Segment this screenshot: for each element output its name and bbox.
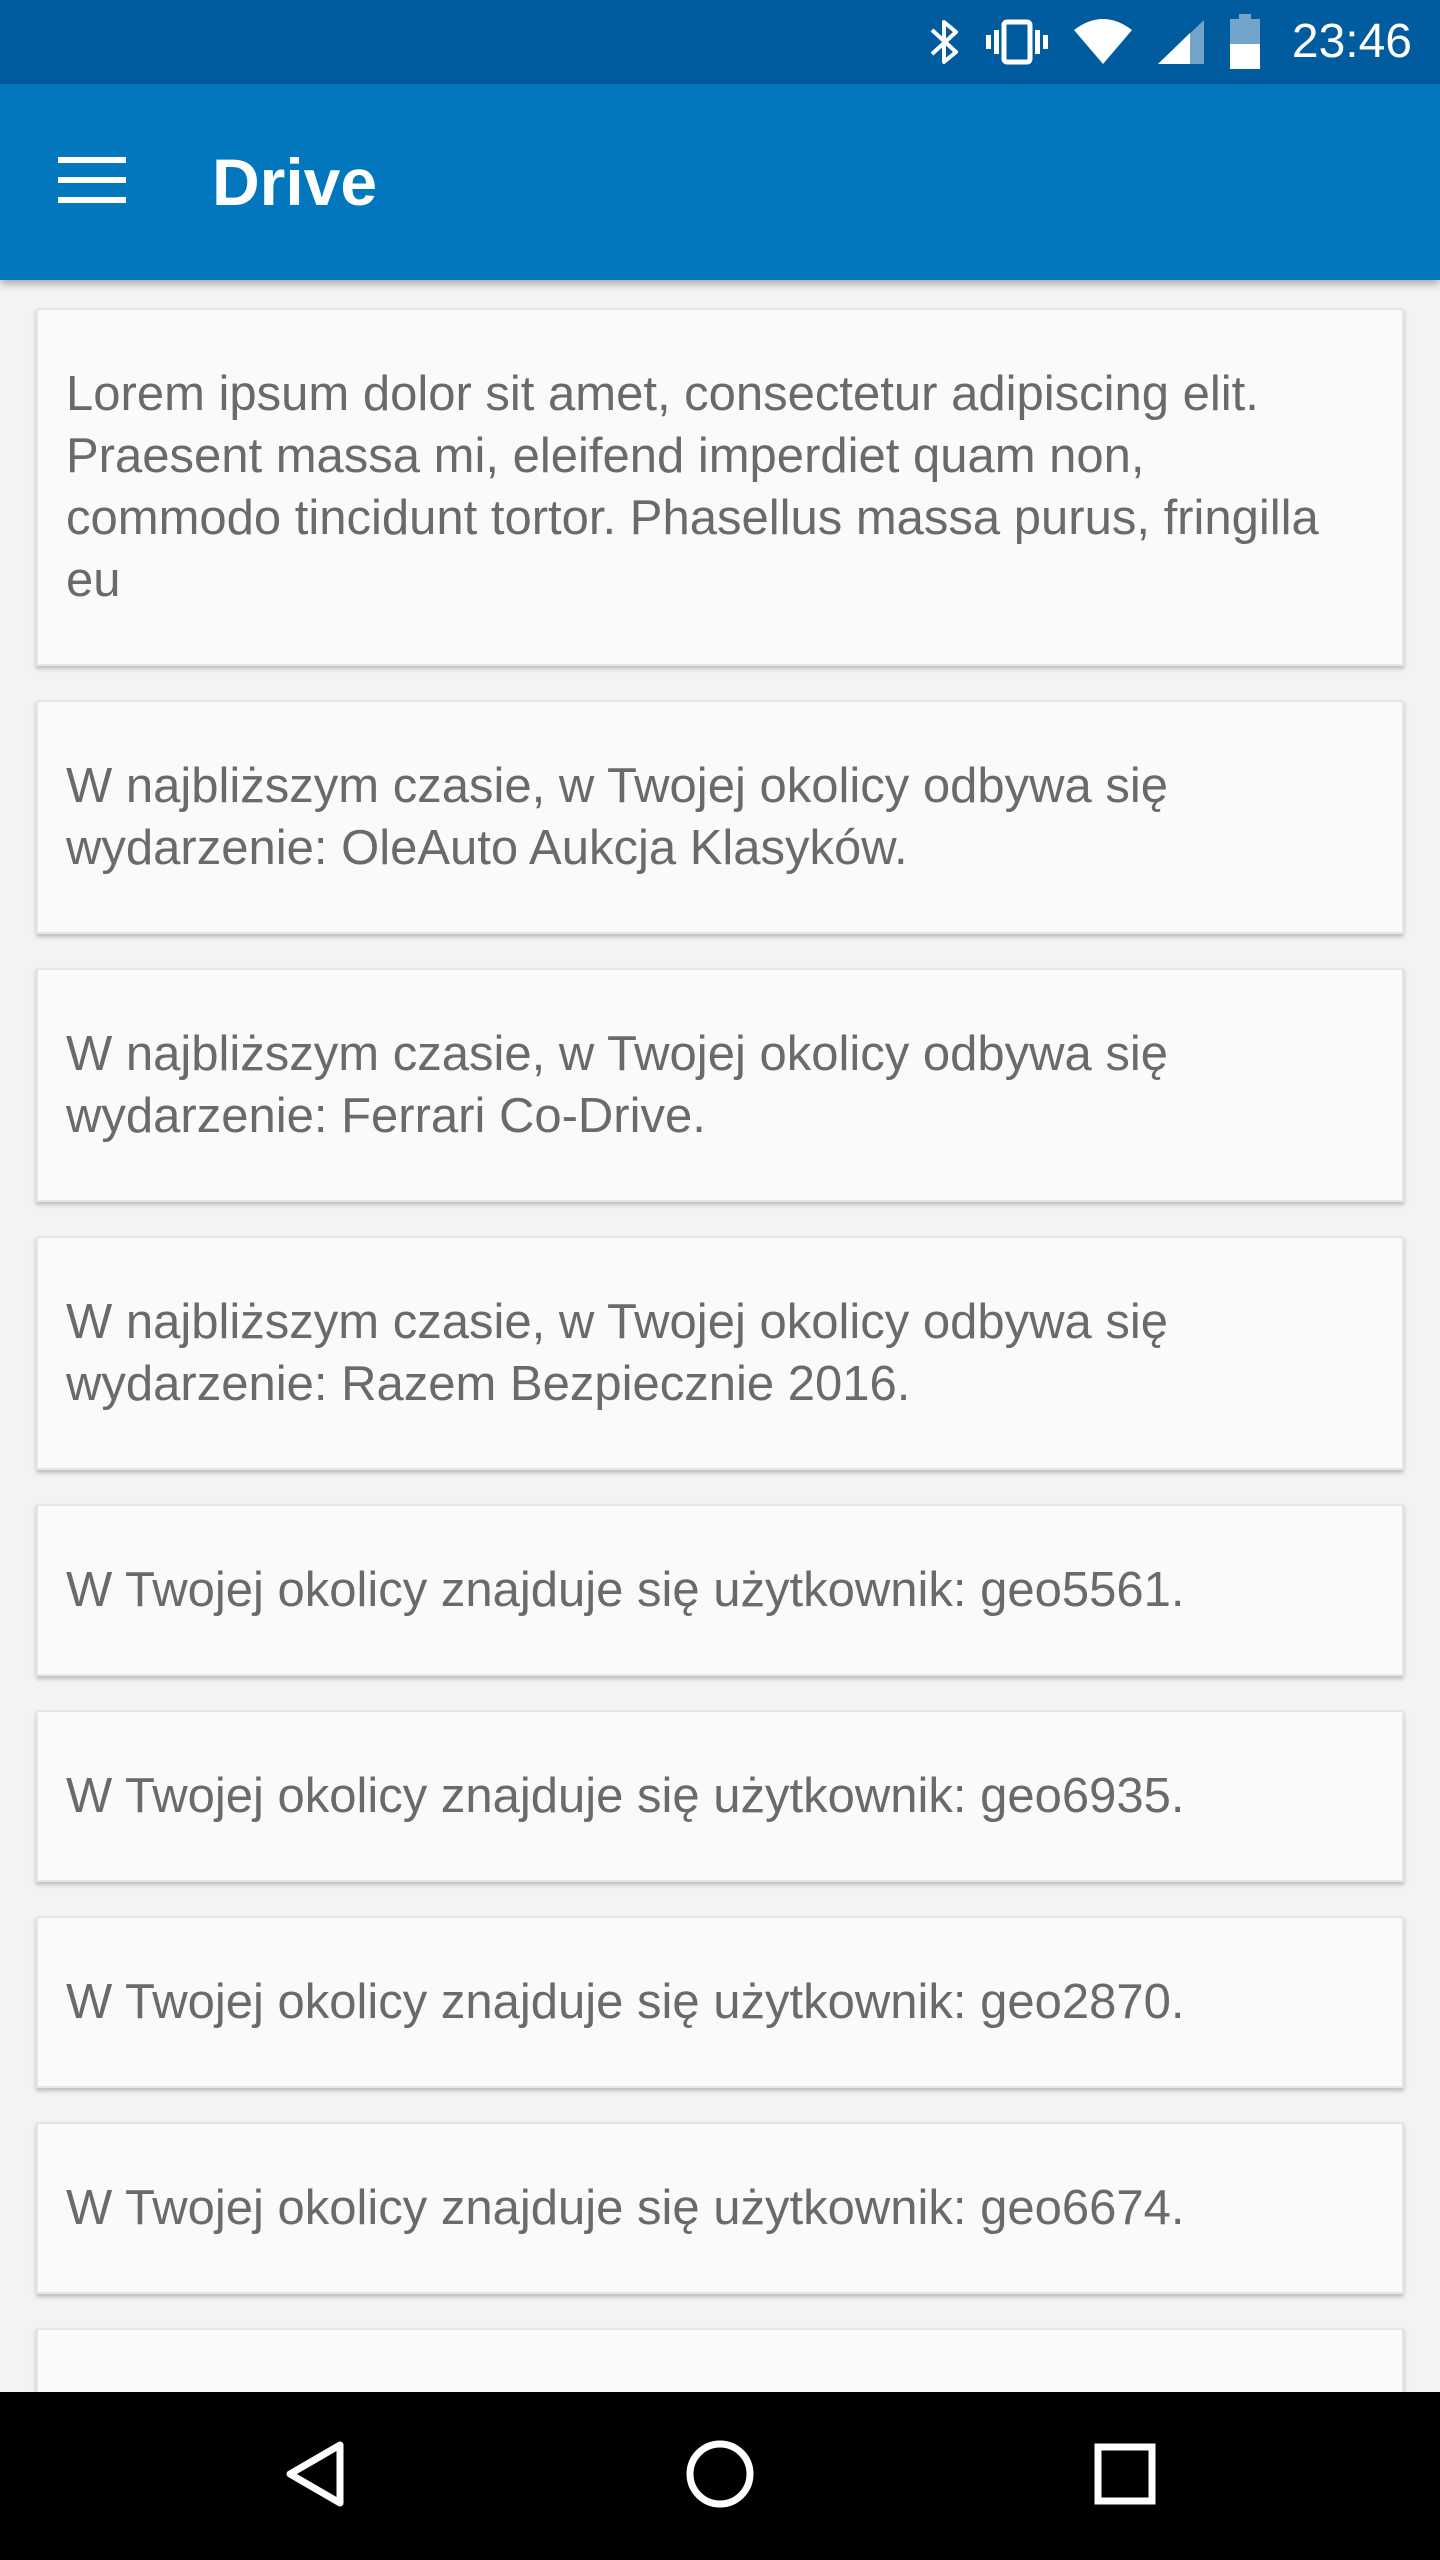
bluetooth-icon [926,16,962,68]
notification-card[interactable]: Lorem ipsum dolor sit amet, consectetur … [36,308,1404,666]
vibrate-icon [984,16,1050,68]
notification-text: W najbliższym czasie, w Twojej okolicy o… [66,759,1168,875]
notification-card[interactable]: W Twojej okolicy znajduje się użytkownik… [36,2122,1404,2294]
home-icon [685,2439,755,2514]
notification-list[interactable]: Lorem ipsum dolor sit amet, consectetur … [0,280,1440,2392]
home-button[interactable] [658,2414,782,2538]
screen: 23:46 Drive Lorem ipsum dolor sit amet, … [0,0,1440,2560]
back-icon [284,2439,348,2514]
notification-card[interactable] [36,2328,1404,2392]
recents-icon [1093,2442,1157,2511]
notification-text: W Twojej okolicy znajduje się użytkownik… [66,1975,1185,2029]
notification-text: W Twojej okolicy znajduje się użytkownik… [66,1563,1185,1617]
notification-card[interactable]: W Twojej okolicy znajduje się użytkownik… [36,1916,1404,2088]
hamburger-menu-icon [58,155,126,210]
menu-button[interactable] [40,130,144,234]
recents-button[interactable] [1063,2414,1187,2538]
status-bar: 23:46 [0,0,1440,84]
app-title: Drive [212,145,378,219]
wifi-icon [1072,16,1134,68]
cell-signal-icon [1156,16,1206,68]
notification-text: W Twojej okolicy znajduje się użytkownik… [66,1769,1185,1823]
navigation-bar [0,2392,1440,2560]
notification-text: W najbliższym czasie, w Twojej okolicy o… [66,1295,1168,1411]
notification-card[interactable]: W Twojej okolicy znajduje się użytkownik… [36,1710,1404,1882]
battery-icon [1228,14,1262,70]
notification-card[interactable]: W najbliższym czasie, w Twojej okolicy o… [36,968,1404,1202]
notification-text: W Twojej okolicy znajduje się użytkownik… [66,2181,1185,2235]
notification-text: W najbliższym czasie, w Twojej okolicy o… [66,1027,1168,1143]
notification-card[interactable]: W najbliższym czasie, w Twojej okolicy o… [36,1236,1404,1470]
status-time: 23:46 [1291,15,1412,68]
notification-card[interactable]: W najbliższym czasie, w Twojej okolicy o… [36,700,1404,934]
notification-text: Lorem ipsum dolor sit amet, consectetur … [66,367,1319,607]
back-button[interactable] [254,2414,378,2538]
app-bar: Drive [0,84,1440,280]
status-icons: 23:46 [926,0,1412,84]
notification-card[interactable]: W Twojej okolicy znajduje się użytkownik… [36,1504,1404,1676]
